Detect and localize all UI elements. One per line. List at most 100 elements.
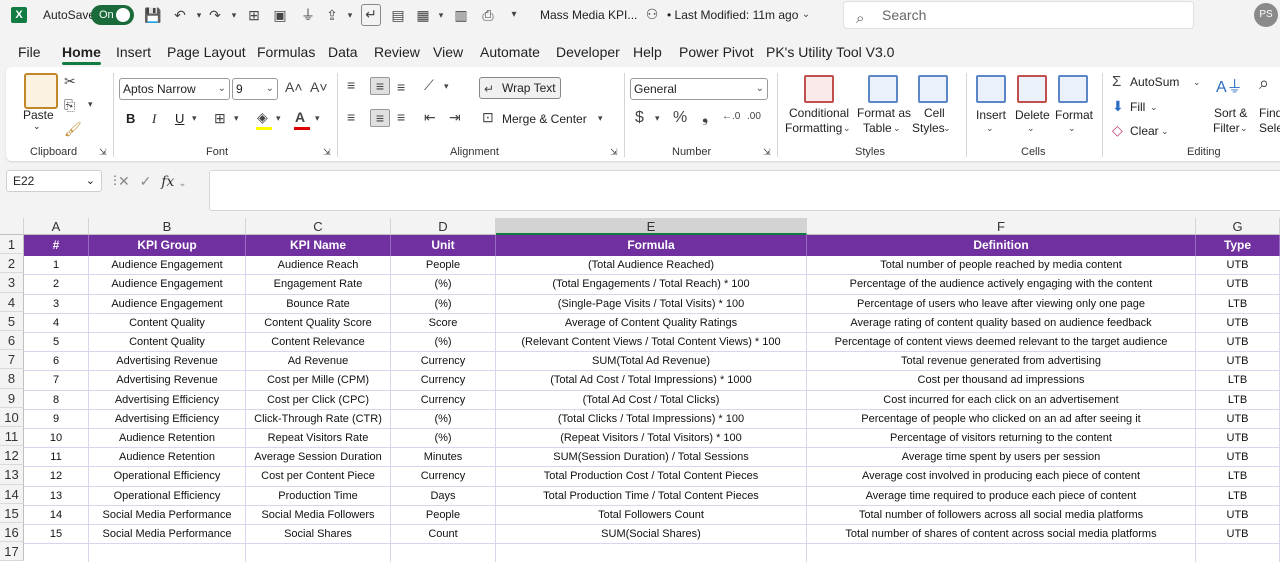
format-icon[interactable]: ▦ (414, 6, 432, 24)
table-cell[interactable]: Total Production Cost / Total Content Pi… (496, 467, 807, 487)
table-cell[interactable]: Content Relevance (246, 333, 391, 353)
tab-power-pivot[interactable]: Power Pivot (679, 44, 754, 60)
increase-indent-icon[interactable]: ⇥ (449, 109, 461, 126)
table-cell[interactable]: Audience Retention (89, 448, 246, 468)
table-cell[interactable]: Average rating of content quality based … (807, 313, 1196, 333)
table-cell[interactable]: (Single-Page Visits / Total Visits) * 10… (496, 294, 807, 314)
table-header-cell[interactable]: Definition (807, 235, 1196, 256)
alignment-launcher-icon[interactable]: ⇲ (610, 147, 618, 158)
paste-dropdown-icon[interactable]: ⌄ (33, 121, 41, 132)
document-title[interactable]: Mass Media KPI... (540, 8, 637, 22)
table-cell[interactable]: Average time spent by users per session (807, 448, 1196, 468)
table-cell[interactable]: (Total Audience Reached) (496, 256, 807, 276)
comma-style-icon[interactable]: ❟ (702, 109, 708, 127)
align-top-icon[interactable]: ≡ (347, 77, 355, 93)
table-cell[interactable]: UTB (1196, 505, 1280, 525)
row-header[interactable]: 15 (0, 503, 24, 523)
select-all-corner[interactable] (0, 218, 24, 235)
empty-cell[interactable] (496, 544, 807, 562)
table-cell[interactable]: (Total Engagements / Total Reach) * 100 (496, 275, 807, 295)
merge-center-icon[interactable]: ⊡ (482, 109, 494, 126)
increase-decimal-icon[interactable]: ←.0 (722, 111, 740, 122)
table-cell[interactable]: Social Media Followers (246, 505, 391, 525)
spreadsheet-grid[interactable]: ABCDEFG 1 2 3 4 5 6 7 8 9 10 11 12 13 14 15 16 17 # KPI G… (0, 218, 1280, 562)
orientation-icon[interactable]: ⟋ (424, 77, 434, 94)
conditional-formatting-icon[interactable] (804, 75, 834, 103)
table-cell[interactable]: Count (391, 525, 496, 545)
row-header[interactable]: 8 (0, 369, 24, 389)
column-header-e[interactable]: E (496, 218, 807, 235)
column-header-d[interactable]: D (391, 218, 496, 235)
table-cell[interactable]: UTB (1196, 256, 1280, 276)
table-cell[interactable]: (Repeat Visitors / Total Visitors) * 100 (496, 429, 807, 449)
table-cell[interactable]: Percentage of content views deemed relev… (807, 333, 1196, 353)
tab-home[interactable]: Home (62, 44, 101, 65)
empty-cell[interactable] (1196, 544, 1280, 562)
decrease-decimal-icon[interactable]: .00 (747, 111, 761, 122)
table-cell[interactable]: Total number of followers across all soc… (807, 505, 1196, 525)
table-cell[interactable]: 1 (24, 256, 89, 276)
italic-button[interactable]: I (152, 111, 156, 127)
table-cell[interactable]: Ad Revenue (246, 352, 391, 372)
table-cell[interactable]: Advertising Efficiency (89, 390, 246, 410)
conditional-formatting-label2[interactable]: Formatting (785, 121, 842, 135)
insert-dropdown-icon[interactable]: ⌄ (986, 123, 994, 134)
table-cell[interactable]: Cost per Click (CPC) (246, 390, 391, 410)
font-color-icon[interactable]: A (295, 109, 305, 125)
table-cell[interactable]: Percentage of users who leave after view… (807, 294, 1196, 314)
table-cell[interactable]: 11 (24, 448, 89, 468)
tab-review[interactable]: Review (374, 44, 420, 60)
tab-automate[interactable]: Automate (480, 44, 540, 60)
align-center-icon[interactable]: ≡ (370, 109, 390, 127)
table-cell[interactable]: UTB (1196, 448, 1280, 468)
row-header[interactable]: 6 (0, 331, 24, 351)
table-cell[interactable]: LTB (1196, 371, 1280, 391)
fill-color-icon[interactable]: ◈ (257, 109, 268, 126)
autosum-icon[interactable]: Σ (1112, 73, 1121, 90)
format-as-table-button[interactable]: Format as (857, 106, 911, 120)
table-cell[interactable]: Cost per Mille (CPM) (246, 371, 391, 391)
cell-styles-button[interactable]: Cell (924, 106, 945, 120)
table-cell[interactable]: Cost per Content Piece (246, 467, 391, 487)
column-header-g[interactable]: G (1196, 218, 1280, 235)
table-cell[interactable]: (%) (391, 333, 496, 353)
format-dropdown-icon[interactable]: ⌄ (1068, 123, 1076, 134)
table-cell[interactable]: 12 (24, 467, 89, 487)
column-header-a[interactable]: A (24, 218, 89, 235)
table-cell[interactable]: LTB (1196, 294, 1280, 314)
row-header[interactable]: 17 (0, 542, 24, 562)
align-middle-icon[interactable]: ≡ (370, 77, 390, 95)
table-cell[interactable]: People (391, 256, 496, 276)
tab-view[interactable]: View (433, 44, 463, 60)
share-icon[interactable]: ⇪ (323, 6, 341, 24)
table-header-cell[interactable]: # (24, 235, 89, 256)
table-cell[interactable]: 6 (24, 352, 89, 372)
table-cell[interactable]: 4 (24, 313, 89, 333)
save-icon[interactable]: 💾 (144, 6, 162, 24)
row-header[interactable]: 13 (0, 465, 24, 485)
font-name-select[interactable]: Aptos Narrow ⌄ (119, 78, 230, 100)
row-header[interactable]: 9 (0, 388, 24, 408)
format-dropdown-icon[interactable]: ▾ (432, 6, 450, 24)
empty-cell[interactable] (391, 544, 496, 562)
table-cell[interactable]: Engagement Rate (246, 275, 391, 295)
format-painter-icon[interactable]: 🖌 (64, 121, 82, 138)
column-header-b[interactable]: B (89, 218, 246, 235)
column-header-f[interactable]: F (807, 218, 1196, 235)
table-cell[interactable]: Minutes (391, 448, 496, 468)
format-as-table-label2[interactable]: Table (863, 121, 892, 135)
sensitivity-icon[interactable]: ⚇ (643, 5, 661, 23)
table-cell[interactable]: UTB (1196, 525, 1280, 545)
underline-dropdown-icon[interactable]: ▾ (192, 113, 197, 124)
fill-color-dropdown-icon[interactable]: ▾ (276, 113, 281, 124)
table-cell[interactable]: Cost per thousand ad impressions (807, 371, 1196, 391)
table-cell[interactable]: 7 (24, 371, 89, 391)
row-header[interactable]: 11 (0, 427, 24, 447)
table-cell[interactable]: Click-Through Rate (CTR) (246, 409, 391, 429)
table-cell[interactable]: Social Media Performance (89, 525, 246, 545)
table-cell[interactable]: Social Media Performance (89, 505, 246, 525)
formula-input[interactable] (209, 170, 1280, 211)
table-cell[interactable]: Operational Efficiency (89, 467, 246, 487)
row-header[interactable]: 1 (0, 235, 24, 255)
row-header[interactable]: 7 (0, 350, 24, 370)
